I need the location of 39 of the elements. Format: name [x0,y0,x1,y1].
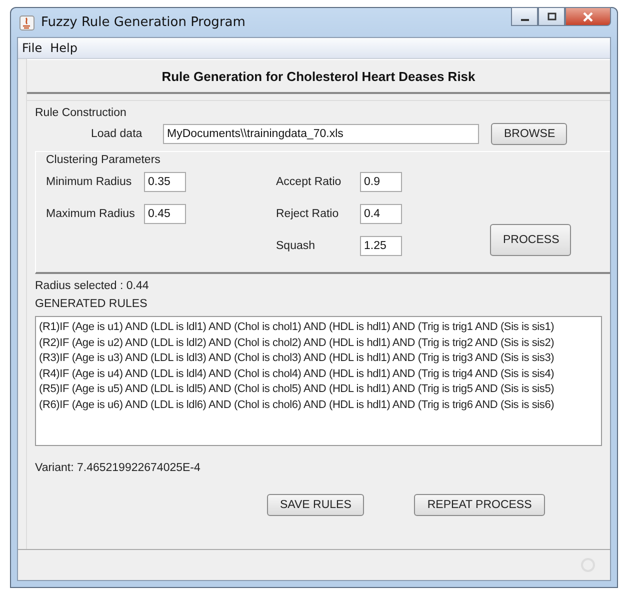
maximize-icon [546,12,556,22]
field-label: Accept Ratio [276,176,342,188]
rule-line: (R6)IF (Age is u6) AND (LDL is ldl6) AND (Chol is chol6) AND (HDL is hdl1) AND (Trig is trig6 AND (Sis is sis6) [39,398,556,412]
close-icon [582,12,594,22]
variant-text: Variant: 7.465219922674025E-4 [35,462,202,474]
action-button[interactable]: SAVE RULES [267,494,364,516]
minimize-icon [520,18,528,20]
rule-line: (R4)IF (Age is u4) AND (LDL is ldl4) AND (Chol is chol4) AND (HDL is hdl1) AND (Trig is trig4 AND (Sis is sis4) [39,366,556,382]
rule-line: (R1)IF (Age is u1) AND (LDL is ldl1) AND (Chol is chol1) AND (HDL is hdl1) AND (Trig is trig1 AND (Sis is sis1) [39,320,556,335]
minimize-button[interactable] [511,7,538,26]
window-title: Fuzzy Rule Generation Program [41,15,246,30]
file-path-field[interactable]: MyDocuments\\trainingdata_70.xls [163,124,479,144]
section-title: Rule Construction [35,107,128,119]
cup-icon [19,14,35,30]
action-button[interactable]: REPEAT PROCESS [414,494,545,516]
parameter-field[interactable]: 1.25 [360,236,402,256]
rule-line: (R2)IF (Age is u2) AND (LDL is ldl2) AND (Chol is chol2) AND (HDL is hdl1) AND (Trig is trig2 AND (Sis is sis2) [39,336,556,350]
menu-item[interactable]: Help [50,41,78,55]
field-label: Reject Ratio [276,208,340,220]
heading-text: Rule Generation for Cholesterol Heart Deases Risk [162,68,476,84]
maximize-button[interactable] [538,7,565,26]
menu-item[interactable]: File [22,41,42,55]
section-title: GENERATED RULES [35,298,148,310]
rule-line: (R3)IF (Age is u3) AND (LDL is ldl3) AND (Chol is chol3) AND (HDL is hdl1) AND (Trig is trig3 AND (Sis is sis3) [39,351,556,366]
radius-text: Radius selected : 0.44 [35,280,150,292]
parameter-field[interactable]: 0.45 [144,204,186,224]
parameter-field[interactable]: 0.4 [360,204,402,224]
parameter-field[interactable]: 0.35 [144,172,186,192]
section-title: Clustering Parameters [46,154,162,166]
field-label: Load data [91,128,144,140]
rules-text-area[interactable] [35,316,602,446]
close-button[interactable] [565,7,611,26]
parameter-field[interactable]: 0.9 [360,172,402,192]
field-label: Squash [276,240,316,252]
field-label: Maximum Radius [46,208,136,220]
rule-line: (R5)IF (Age is u5) AND (LDL is ldl5) AND (Chol is chol5) AND (HDL is hdl1) AND (Trig is trig5 AND (Sis is sis5) [39,382,556,397]
field-label: Minimum Radius [46,176,133,188]
browse-button[interactable]: BROWSE [491,123,567,145]
process-button[interactable]: PROCESS [490,224,571,256]
